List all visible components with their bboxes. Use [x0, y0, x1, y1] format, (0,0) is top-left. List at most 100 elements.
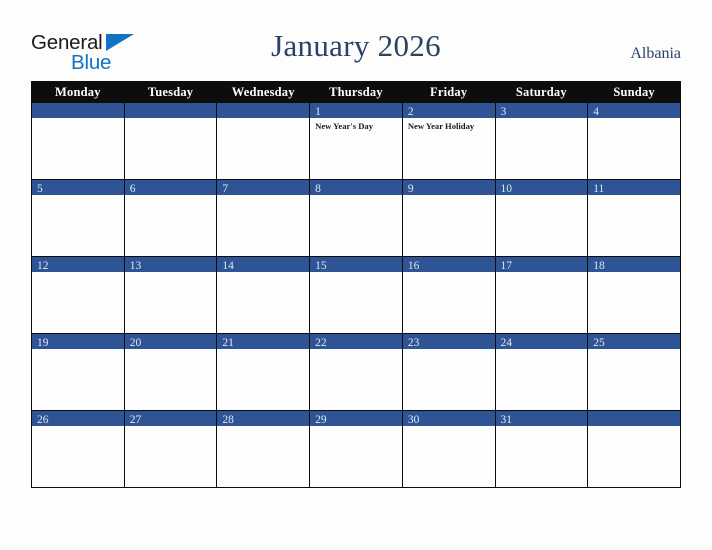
calendar-day-cell[interactable]: 28: [216, 410, 311, 488]
day-number-bar: 30: [402, 411, 495, 426]
day-cell-content: 30: [402, 411, 495, 487]
day-events: [125, 195, 217, 198]
calendar-day-cell[interactable]: 22: [309, 333, 403, 411]
day-events: [310, 272, 402, 275]
day-events: [125, 426, 217, 429]
calendar-day-cell[interactable]: [123, 102, 218, 180]
day-events: [310, 349, 402, 352]
day-number-bar: 12: [32, 257, 124, 272]
day-number-bar: 5: [32, 180, 124, 195]
day-number-bar: 29: [310, 411, 402, 426]
day-events: [217, 118, 309, 121]
calendar-day-cell[interactable]: 3: [494, 102, 589, 180]
day-cell-content: 2 New Year Holiday: [402, 103, 495, 179]
calendar-day-cell[interactable]: 10: [494, 179, 589, 257]
calendar-day-cell[interactable]: 23: [401, 333, 496, 411]
calendar-day-cell[interactable]: 17: [494, 256, 589, 334]
calendar-day-cell[interactable]: 4: [587, 102, 681, 180]
calendar-week-row: 1 New Year's Day 2 New Year Holiday 3 4: [31, 102, 681, 180]
day-number: 28: [222, 414, 234, 426]
calendar-day-cell[interactable]: 12: [31, 256, 125, 334]
day-number-bar: [32, 103, 124, 118]
calendar-day-cell[interactable]: 24: [494, 333, 589, 411]
calendar-day-cell[interactable]: 18: [587, 256, 681, 334]
day-events: [32, 349, 124, 352]
calendar-day-cell[interactable]: 31: [494, 410, 589, 488]
day-events: [32, 426, 124, 429]
day-number: 22: [315, 337, 327, 349]
day-cell-content: 18: [588, 257, 680, 333]
weekday-header-wednesday: Wednesday: [216, 81, 311, 103]
calendar-day-cell[interactable]: 20: [123, 333, 218, 411]
calendar-day-cell[interactable]: 13: [123, 256, 218, 334]
day-number: 29: [315, 414, 327, 426]
page-title: January 2026: [271, 28, 441, 63]
day-number-bar: 31: [495, 411, 588, 426]
weekday-header-monday: Monday: [31, 81, 125, 103]
calendar-day-cell[interactable]: 21: [216, 333, 311, 411]
day-events: [125, 349, 217, 352]
calendar-day-cell[interactable]: 11: [587, 179, 681, 257]
day-number-bar: 19: [32, 334, 124, 349]
calendar-day-cell[interactable]: 2 New Year Holiday: [401, 102, 496, 180]
day-cell-content: 29: [310, 411, 402, 487]
day-number: 1: [315, 106, 321, 118]
calendar-body: 1 New Year's Day 2 New Year Holiday 3 4 5 6 7 8 9 1…: [31, 102, 681, 488]
calendar-day-cell[interactable]: 14: [216, 256, 311, 334]
day-cell-content: 16: [402, 257, 495, 333]
calendar-day-cell[interactable]: 5: [31, 179, 125, 257]
calendar-day-cell[interactable]: [31, 102, 125, 180]
day-number-bar: 6: [124, 180, 217, 195]
calendar-day-cell[interactable]: [587, 410, 681, 488]
calendar-day-cell[interactable]: 30: [401, 410, 496, 488]
weekday-header-row: Monday Tuesday Wednesday Thursday Friday…: [31, 81, 681, 103]
calendar-day-cell[interactable]: 27: [123, 410, 218, 488]
day-cell-content: 13: [124, 257, 217, 333]
day-cell-content: 15: [310, 257, 402, 333]
calendar-day-cell[interactable]: 6: [123, 179, 218, 257]
day-number: 16: [407, 260, 420, 272]
day-cell-content: 28: [217, 411, 310, 487]
day-number: 9: [407, 183, 414, 195]
day-number-bar: [217, 103, 310, 118]
day-number-bar: 2: [402, 103, 495, 118]
day-number: 31: [500, 414, 513, 426]
day-events: [32, 272, 124, 275]
day-events: [217, 349, 309, 352]
day-events: [403, 349, 495, 352]
weekday-header-tuesday: Tuesday: [123, 81, 218, 103]
day-cell-content: 17: [495, 257, 588, 333]
day-cell-content: 26: [32, 411, 124, 487]
calendar-week-row: 12 13 14 15 16 17 18: [31, 256, 681, 334]
day-events: [588, 349, 680, 352]
day-cell-content: 25: [588, 334, 680, 410]
day-number: 14: [222, 260, 234, 272]
calendar-day-cell[interactable]: 29: [309, 410, 403, 488]
day-events: [217, 272, 309, 275]
day-events: [403, 195, 495, 198]
day-events: [32, 118, 124, 121]
day-number-bar: 20: [124, 334, 217, 349]
calendar-day-cell[interactable]: 26: [31, 410, 125, 488]
calendar-day-cell[interactable]: 15: [309, 256, 403, 334]
day-number: 2: [407, 106, 414, 118]
day-number-bar: 17: [495, 257, 588, 272]
day-cell-content: [217, 103, 310, 179]
day-number-bar: 22: [310, 334, 402, 349]
day-number: 25: [593, 337, 605, 349]
calendar-day-cell[interactable]: 8: [309, 179, 403, 257]
weekday-header-saturday: Saturday: [494, 81, 589, 103]
day-number: 5: [37, 183, 43, 195]
calendar-day-cell[interactable]: 7: [216, 179, 311, 257]
day-number: 13: [129, 260, 142, 272]
calendar-day-cell[interactable]: 25: [587, 333, 681, 411]
calendar-day-cell[interactable]: 16: [401, 256, 496, 334]
calendar-day-cell[interactable]: 9: [401, 179, 496, 257]
day-cell-content: [124, 103, 217, 179]
day-number-bar: 27: [124, 411, 217, 426]
calendar-day-cell[interactable]: 1 New Year's Day: [309, 102, 403, 180]
day-cell-content: 31: [495, 411, 588, 487]
calendar-day-cell[interactable]: [216, 102, 311, 180]
day-events: New Year Holiday: [403, 118, 495, 132]
calendar-day-cell[interactable]: 19: [31, 333, 125, 411]
